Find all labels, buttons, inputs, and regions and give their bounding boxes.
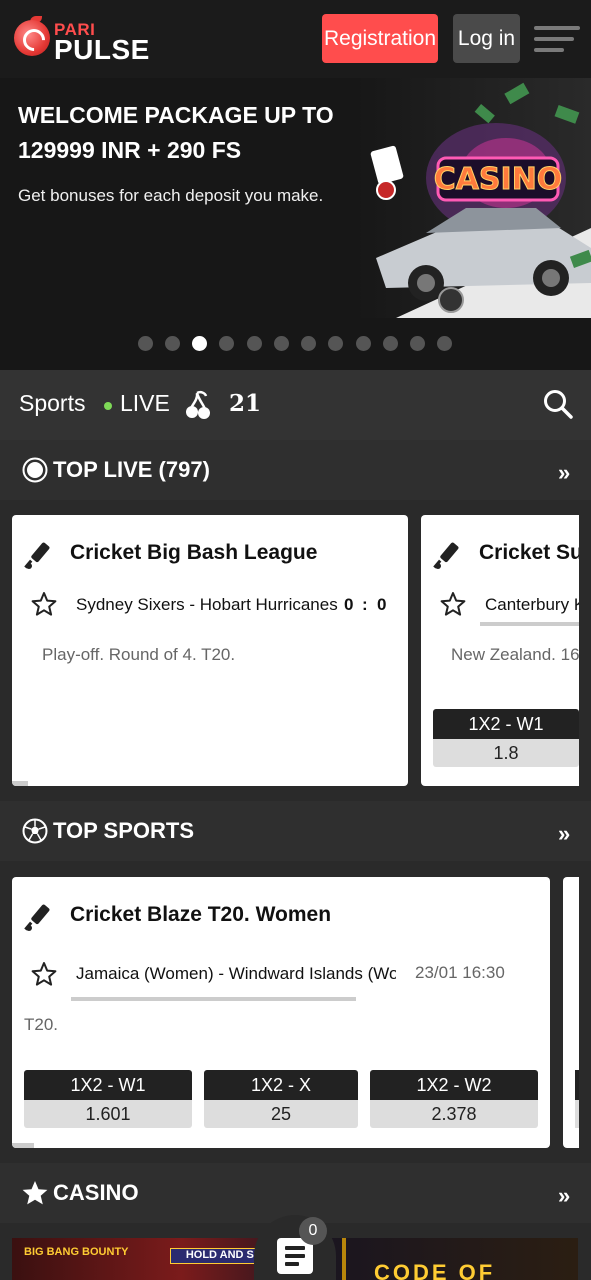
odds-button[interactable]: 1X2 - W1 1.8 bbox=[433, 709, 579, 767]
teams-scroll-bar bbox=[480, 622, 579, 626]
top-sports-title: TOP SPORTS bbox=[53, 818, 195, 843]
score-away: 0 bbox=[377, 595, 387, 614]
carousel-dot[interactable] bbox=[219, 336, 234, 351]
double-chevron-right-icon[interactable]: » bbox=[558, 460, 570, 486]
banner-subtitle: Get bonuses for each deposit you make. bbox=[18, 186, 324, 205]
odds-value: 1.8 bbox=[433, 739, 579, 767]
match-teams: Jamaica (Women) - Windward Islands (Wo bbox=[76, 964, 396, 983]
match-teams: Canterbury K bbox=[485, 595, 579, 614]
promo-banner[interactable]: WELCOME PACKAGE UP TO 129999 INR + 290 F… bbox=[0, 78, 591, 370]
nav-21-games[interactable]: 21 bbox=[229, 390, 261, 417]
search-icon[interactable] bbox=[543, 389, 573, 419]
tile-divider bbox=[342, 1238, 346, 1280]
cricket-bat-icon bbox=[24, 542, 50, 569]
carousel-dots bbox=[0, 336, 591, 352]
match-info: New Zealand. 16 bbox=[451, 645, 579, 664]
favorite-star-icon[interactable] bbox=[31, 591, 57, 617]
football-icon bbox=[22, 818, 48, 844]
match-info: Play-off. Round of 4. T20. bbox=[42, 645, 236, 664]
cherries-icon[interactable] bbox=[184, 390, 212, 420]
star-icon bbox=[22, 1181, 48, 1205]
cricket-bat-icon bbox=[433, 542, 459, 569]
odds-button-w2[interactable]: 1X2 - W2 2.378 bbox=[370, 1070, 538, 1128]
odds-label: 1X2 - X bbox=[204, 1070, 358, 1100]
sports-nav-bar: Sports LIVE 21 bbox=[0, 370, 591, 440]
login-button[interactable]: Log in bbox=[453, 14, 520, 63]
hamburger-menu-icon[interactable] bbox=[534, 26, 580, 52]
league-name: Cricket Su bbox=[479, 541, 579, 564]
odds-value: 25 bbox=[204, 1100, 358, 1128]
casino-car-illustration: CASINO bbox=[356, 78, 591, 318]
top-live-title: TOP LIVE (797) bbox=[53, 457, 210, 482]
odds-value-edge bbox=[575, 1100, 579, 1128]
nav-live[interactable]: LIVE bbox=[120, 390, 170, 417]
logo-text-bottom: PULSE bbox=[54, 34, 150, 65]
match-info: T20. bbox=[24, 1015, 59, 1034]
carousel-dot[interactable] bbox=[383, 336, 398, 351]
carousel-dot[interactable] bbox=[138, 336, 153, 351]
odds-value: 1.601 bbox=[24, 1100, 192, 1128]
carousel-dot[interactable] bbox=[247, 336, 262, 351]
registration-button[interactable]: Registration bbox=[322, 14, 438, 63]
carousel-dot[interactable] bbox=[301, 336, 316, 351]
live-event-card[interactable]: Cricket Big Bash League Sydney Sixers - … bbox=[12, 515, 408, 786]
favorite-star-icon[interactable] bbox=[440, 591, 466, 617]
card-scroll-indicator bbox=[12, 1143, 34, 1148]
favorite-star-icon[interactable] bbox=[31, 961, 57, 987]
casino-title: CASINO bbox=[53, 1180, 139, 1205]
odds-label: 1X2 - W1 bbox=[433, 709, 579, 739]
double-chevron-right-icon[interactable]: » bbox=[558, 821, 570, 847]
carousel-dot-active[interactable] bbox=[192, 336, 207, 351]
game-tile-code-of[interactable]: CODE OF bbox=[374, 1260, 495, 1280]
carousel-dot[interactable] bbox=[437, 336, 452, 351]
odds-label: 1X2 - W1 bbox=[24, 1070, 192, 1100]
double-chevron-right-icon[interactable]: » bbox=[558, 1183, 570, 1209]
svg-text:CASINO: CASINO bbox=[434, 162, 563, 197]
carousel-dot[interactable] bbox=[328, 336, 343, 351]
league-name: Cricket Big Bash League bbox=[70, 541, 318, 564]
card-scroll-indicator bbox=[12, 781, 28, 786]
cricket-bat-icon bbox=[24, 904, 50, 931]
odds-value: 2.378 bbox=[370, 1100, 538, 1128]
header: PARI PULSE Registration Log in bbox=[0, 0, 591, 78]
odds-button-w1[interactable]: 1X2 - W1 1.601 bbox=[24, 1070, 192, 1128]
odds-label: 1X2 - W2 bbox=[370, 1070, 538, 1100]
score-separator: : bbox=[362, 595, 368, 614]
sport-event-card[interactable] bbox=[563, 877, 579, 1148]
casino-header[interactable]: CASINO » bbox=[0, 1163, 591, 1223]
carousel-dot[interactable] bbox=[165, 336, 180, 351]
live-event-card[interactable]: Cricket Su Canterbury K New Zealand. 16 … bbox=[421, 515, 579, 786]
odds-button-x[interactable]: 1X2 - X 25 bbox=[204, 1070, 358, 1128]
top-sports-header[interactable]: TOP SPORTS » bbox=[0, 801, 591, 861]
teams-scroll-bar bbox=[71, 997, 356, 1001]
odds-label-edge bbox=[575, 1070, 579, 1100]
carousel-dot[interactable] bbox=[410, 336, 425, 351]
logo[interactable]: PARI PULSE bbox=[12, 14, 182, 65]
score-home: 0 bbox=[344, 595, 354, 614]
match-date: 23/01 16:30 bbox=[415, 963, 505, 982]
sport-event-card[interactable]: Cricket Blaze T20. Women Jamaica (Women)… bbox=[12, 877, 550, 1148]
carousel-dot[interactable] bbox=[356, 336, 371, 351]
top-live-header[interactable]: TOP LIVE (797) » bbox=[0, 440, 591, 500]
match-teams: Sydney Sixers - Hobart Hurricanes bbox=[76, 595, 338, 614]
betslip-count-badge: 0 bbox=[299, 1217, 327, 1245]
nav-sports[interactable]: Sports bbox=[19, 390, 85, 417]
live-icon bbox=[22, 457, 48, 483]
league-name: Cricket Blaze T20. Women bbox=[70, 903, 332, 926]
game-tile-big-bang-bounty[interactable]: BIG BANG BOUNTY bbox=[24, 1246, 129, 1258]
live-dot-icon bbox=[104, 402, 112, 410]
banner-title: WELCOME PACKAGE UP TO 129999 INR + 290 F… bbox=[18, 102, 334, 163]
logo-ball-icon bbox=[14, 20, 50, 56]
carousel-dot[interactable] bbox=[274, 336, 289, 351]
